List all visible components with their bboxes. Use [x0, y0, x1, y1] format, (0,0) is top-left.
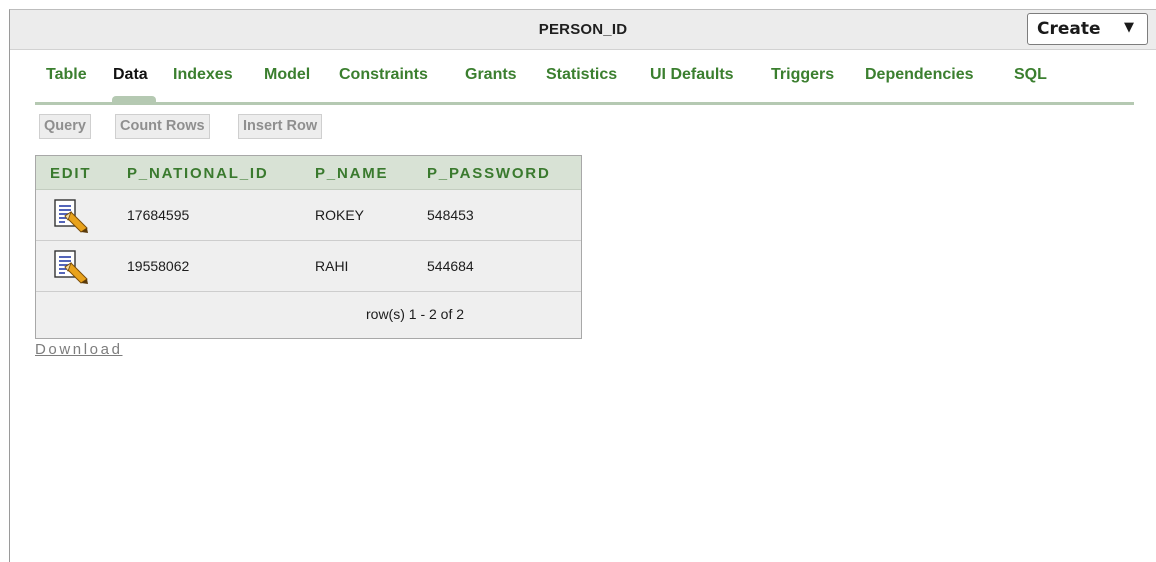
column-header-edit[interactable]: EDIT — [50, 165, 91, 182]
query-button[interactable]: Query — [39, 114, 91, 139]
tab-triggers[interactable]: Triggers — [771, 66, 834, 84]
download-link[interactable]: Download — [35, 341, 123, 358]
active-tab-indicator — [112, 96, 156, 103]
dropdown-arrow-icon: ▼ — [1124, 20, 1134, 35]
data-grid: EDIT P_NATIONAL_ID P_NAME P_PASSWORD 176… — [35, 155, 582, 339]
tab-statistics[interactable]: Statistics — [546, 66, 617, 84]
table-row: 19558062 RAHI 544684 — [36, 241, 581, 292]
edit-record-icon[interactable] — [51, 198, 89, 234]
edit-record-icon[interactable] — [51, 249, 89, 285]
tab-grants[interactable]: Grants — [465, 66, 517, 84]
tab-dependencies[interactable]: Dependencies — [865, 66, 973, 84]
report-region: PERSON_ID Create ▼ Table Data Indexes Mo… — [9, 9, 1156, 562]
tab-model[interactable]: Model — [264, 66, 310, 84]
create-button-label: Create — [1037, 19, 1101, 39]
cell-p-password: 544684 — [427, 258, 474, 274]
cell-p-name: RAHI — [315, 258, 349, 274]
title-bar: PERSON_ID Create ▼ — [10, 10, 1156, 50]
column-header-p-national-id[interactable]: P_NATIONAL_ID — [127, 165, 268, 182]
table-row: 17684595 ROKEY 548453 — [36, 190, 581, 241]
pagination: row(s) 1 - 2 of 2 — [36, 293, 581, 338]
insert-row-button[interactable]: Insert Row — [238, 114, 323, 139]
tab-table[interactable]: Table — [46, 66, 87, 84]
grid-header: EDIT P_NATIONAL_ID P_NAME P_PASSWORD — [36, 156, 581, 190]
tab-indexes[interactable]: Indexes — [173, 66, 233, 84]
column-header-p-name[interactable]: P_NAME — [315, 165, 388, 182]
tab-underline — [35, 102, 1134, 105]
count-rows-button[interactable]: Count Rows — [115, 114, 210, 139]
cell-p-password: 548453 — [427, 207, 474, 223]
tab-ui-defaults[interactable]: UI Defaults — [650, 66, 734, 84]
cell-p-national-id: 19558062 — [127, 258, 190, 274]
cell-p-name: ROKEY — [315, 207, 365, 223]
tab-data[interactable]: Data — [113, 66, 148, 84]
tab-constraints[interactable]: Constraints — [339, 66, 428, 84]
column-header-p-password[interactable]: P_PASSWORD — [427, 165, 551, 182]
pagination-text: row(s) 1 - 2 of 2 — [366, 306, 465, 322]
page-title: PERSON_ID — [538, 21, 628, 38]
create-button[interactable]: Create ▼ — [1027, 13, 1148, 45]
cell-p-national-id: 17684595 — [127, 207, 190, 223]
tab-sql[interactable]: SQL — [1014, 66, 1047, 84]
